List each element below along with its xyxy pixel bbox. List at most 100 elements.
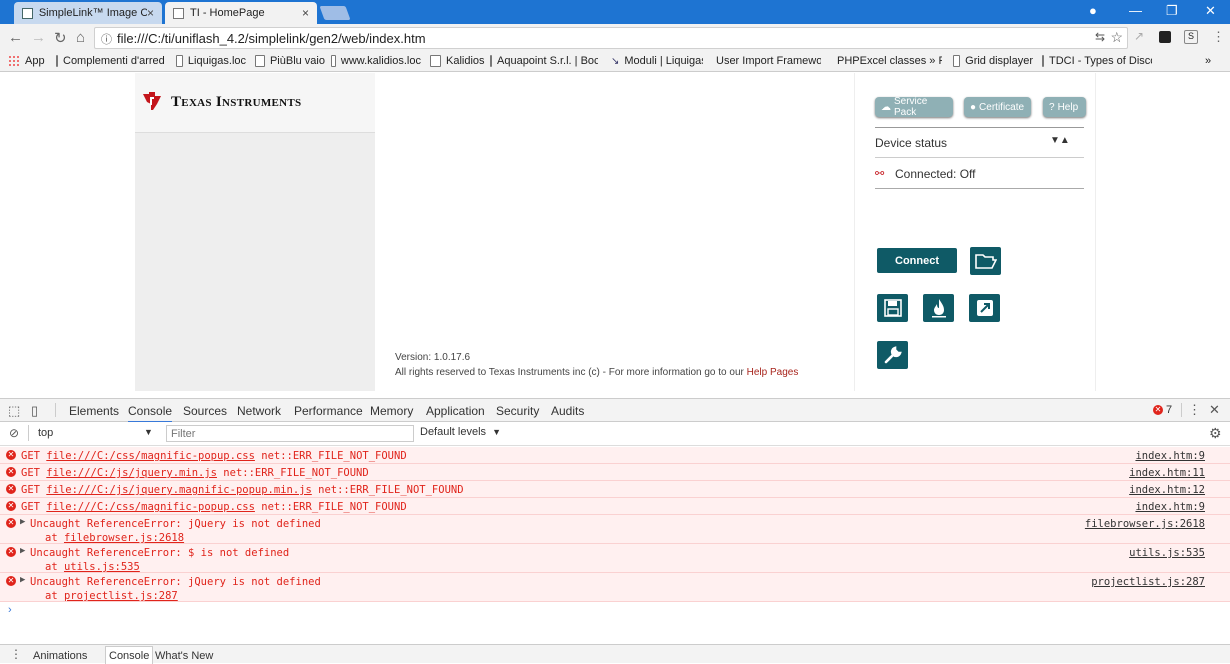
save-icon — [883, 299, 902, 317]
open-folder-button[interactable] — [970, 247, 1001, 275]
page-icon — [953, 55, 961, 67]
service-pack-button[interactable]: ☁ Service Pack — [875, 96, 953, 118]
expand-arrow-icon[interactable]: ▶ — [20, 575, 25, 585]
toggle-arrows-icon[interactable]: ▼▲ — [1050, 135, 1070, 146]
maximize-button[interactable]: ❐ — [1166, 3, 1178, 19]
devtools-tab-memory[interactable]: Memory — [370, 404, 413, 418]
bookmark-item[interactable]: ↘ Moduli | Liquigas — [611, 55, 703, 67]
devtools-tab-performance[interactable]: Performance — [294, 404, 363, 418]
inspect-element-icon[interactable]: ⬚ — [8, 403, 20, 419]
profile-icon[interactable]: ● — [1089, 3, 1097, 18]
bookmark-label: Kalidios — [446, 55, 485, 67]
reload-icon[interactable]: ↻ — [54, 29, 67, 47]
new-tab-button[interactable] — [319, 6, 351, 20]
drawer-tab-console[interactable]: Console — [105, 646, 154, 664]
console-error-row[interactable]: ✕ GET file:///C:/js/jquery.magnific-popu… — [0, 481, 1230, 498]
certificate-button[interactable]: ● Certificate — [964, 97, 1031, 117]
extension-icon[interactable] — [1159, 31, 1171, 43]
bookmark-item[interactable]: www.kalidios.loc — [331, 55, 421, 67]
home-icon[interactable]: ⌂ — [76, 29, 85, 46]
bookmark-item[interactable]: Aquapoint S.r.l. | Boc — [490, 55, 598, 67]
log-source-link[interactable]: index.htm:12 — [1129, 484, 1205, 496]
ti-logo[interactable]: Texas Instruments — [135, 73, 375, 133]
bookmark-item[interactable]: User Import Framewo — [711, 55, 821, 67]
tab-ti-homepage[interactable]: TI - HomePage × — [165, 2, 317, 24]
devtools-tab-audits[interactable]: Audits — [551, 404, 584, 418]
extension-icon[interactable]: ↗ — [1134, 29, 1144, 43]
expand-arrow-icon[interactable]: ▶ — [20, 546, 25, 556]
devtools-tab-elements[interactable]: Elements — [69, 404, 119, 418]
console-prompt-icon[interactable]: › — [8, 604, 12, 616]
bookmark-item[interactable]: Complementi d'arred — [56, 55, 164, 67]
extension-icon[interactable]: S — [1184, 30, 1198, 44]
devtools-tab-sources[interactable]: Sources — [183, 404, 227, 418]
expand-arrow-icon[interactable]: ▶ — [20, 517, 25, 527]
drawer-tab-whats-new[interactable]: What's New — [155, 650, 213, 662]
log-source-link[interactable]: index.htm:11 — [1129, 467, 1205, 479]
log-url[interactable]: file:///C:/css/magnific-popup.css — [46, 450, 255, 462]
bookmark-apps[interactable]: App — [8, 55, 63, 67]
help-button[interactable]: ? Help — [1043, 97, 1086, 117]
device-toolbar-icon[interactable]: ▯ — [31, 403, 38, 419]
log-source-link[interactable]: utils.js:535 — [1129, 547, 1205, 559]
forward-icon[interactable]: → — [31, 29, 46, 46]
devtools-tab-security[interactable]: Security — [496, 404, 539, 418]
close-tab-icon[interactable]: × — [302, 6, 309, 20]
stack-frame-link[interactable]: utils.js:535 — [64, 561, 140, 573]
console-input[interactable] — [20, 603, 1210, 619]
log-source-link[interactable]: index.htm:9 — [1135, 450, 1205, 462]
close-window-button[interactable]: ✕ — [1205, 3, 1216, 19]
devtools-menu-icon[interactable]: ⋮ — [1188, 402, 1201, 418]
more-bookmarks-button[interactable]: » — [1205, 55, 1211, 67]
console-exception-row[interactable]: ✕ ▶ Uncaught ReferenceError: jQuery is n… — [0, 515, 1230, 544]
clear-console-icon[interactable]: ⊘ — [9, 426, 19, 440]
log-source-link[interactable]: filebrowser.js:2618 — [1085, 518, 1205, 530]
stack-frame: at utils.js:535 — [45, 561, 140, 573]
back-icon[interactable]: ← — [8, 29, 23, 46]
external-link-button[interactable] — [969, 294, 1000, 322]
save-button[interactable] — [877, 294, 908, 322]
console-error-row[interactable]: ✕ GET file:///C:/js/jquery.min.js net::E… — [0, 464, 1230, 481]
log-url[interactable]: file:///C:/css/magnific-popup.css — [46, 501, 255, 513]
help-pages-link[interactable]: Help Pages — [747, 367, 799, 378]
log-url[interactable]: file:///C:/js/jquery.magnific-popup.min.… — [46, 484, 312, 496]
log-levels-dropdown[interactable]: Default levels ▼ — [420, 426, 501, 438]
bookmark-item[interactable]: PiùBlu vaio — [255, 55, 325, 67]
error-count[interactable]: 7 — [1166, 404, 1172, 416]
bookmark-item[interactable]: Kalidios — [430, 55, 485, 67]
info-icon[interactable]: ⓘ — [101, 31, 112, 47]
stack-frame-link[interactable]: projectlist.js:287 — [64, 590, 178, 602]
tab-simplelink[interactable]: SimpleLink™ Image Crea × — [14, 2, 162, 24]
connect-button[interactable]: Connect — [877, 248, 957, 273]
close-tab-icon[interactable]: × — [147, 6, 154, 20]
devtools-tab-application[interactable]: Application — [426, 404, 485, 418]
bookmark-item[interactable]: Liquigas.loc — [176, 55, 246, 67]
drawer-menu-icon[interactable]: ⋮ — [10, 647, 22, 661]
settings-tool-button[interactable] — [877, 341, 908, 369]
devtools-tab-network[interactable]: Network — [237, 404, 281, 418]
console-error-row[interactable]: ✕ GET file:///C:/css/magnific-popup.css … — [0, 447, 1230, 464]
devtools-tab-console[interactable]: Console — [128, 404, 173, 423]
translate-icon[interactable]: ⇆ — [1095, 30, 1105, 44]
console-filter-input[interactable] — [166, 425, 414, 442]
menu-icon[interactable]: ⋮ — [1212, 29, 1225, 45]
bookmark-item[interactable]: Grid displayer — [953, 55, 1033, 67]
minimize-button[interactable]: — — [1129, 3, 1142, 18]
bookmark-star-icon[interactable]: ☆ — [1110, 29, 1123, 46]
bookmark-item[interactable]: TDCI - Types of Disco — [1042, 55, 1152, 67]
log-source-link[interactable]: index.htm:9 — [1135, 501, 1205, 513]
close-devtools-icon[interactable]: ✕ — [1209, 402, 1220, 418]
console-exception-row[interactable]: ✕ ▶ Uncaught ReferenceError: $ is not de… — [0, 544, 1230, 573]
error-icon[interactable]: ✕ — [1153, 405, 1163, 415]
context-selector[interactable]: top ▼ — [32, 424, 158, 442]
program-flash-button[interactable] — [923, 294, 954, 322]
console-settings-icon[interactable]: ⚙ — [1209, 425, 1222, 442]
stack-frame-link[interactable]: filebrowser.js:2618 — [64, 532, 184, 544]
bookmark-item[interactable]: PHPExcel classes » Ph — [832, 55, 942, 67]
log-source-link[interactable]: projectlist.js:287 — [1091, 576, 1205, 588]
console-error-row[interactable]: ✕ GET file:///C:/css/magnific-popup.css … — [0, 498, 1230, 515]
console-exception-row[interactable]: ✕ ▶ Uncaught ReferenceError: jQuery is n… — [0, 573, 1230, 602]
drawer-tab-animations[interactable]: Animations — [33, 650, 87, 662]
log-url[interactable]: file:///C:/js/jquery.min.js — [46, 467, 217, 479]
address-bar[interactable]: ⓘ file:///C:/ti/uniflash_4.2/simplelink/… — [94, 27, 1128, 49]
